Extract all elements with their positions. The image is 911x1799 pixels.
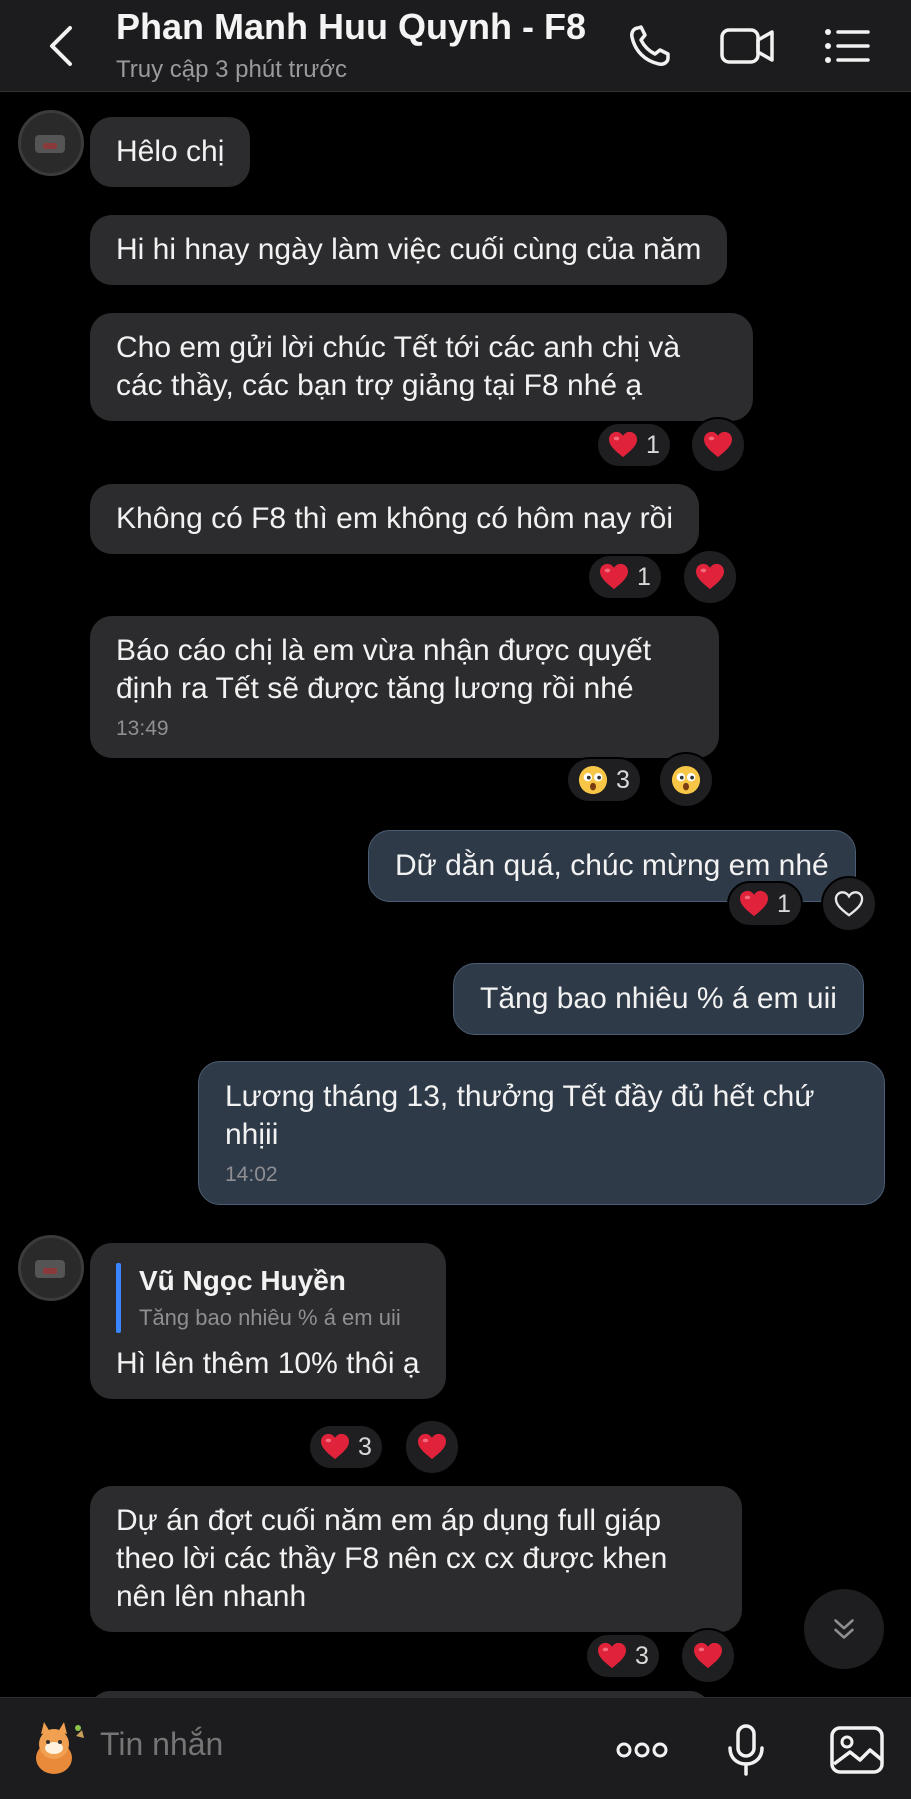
message-text: Hì lên thêm 10% thôi ạ [116,1347,420,1380]
message-text: Không có F8 thì em không có hôm nay rồi [116,502,673,535]
reaction-count: 1 [777,889,791,918]
react-button[interactable] [680,1628,736,1684]
message-text: Hi hi hnay ngày làm việc cuối cùng của n… [116,233,702,266]
message-composer [0,1697,911,1799]
list-menu-icon [825,29,870,63]
heart-icon [695,563,725,591]
voice-message-button[interactable] [716,1722,776,1778]
voice-call-button[interactable] [620,18,680,74]
react-button[interactable] [682,549,738,605]
react-button[interactable] [690,417,746,473]
double-chevron-down-icon [834,1619,854,1639]
message-list[interactable]: Hêlo chị Hi hi hnay ngày làm việc cuối c… [0,93,911,1697]
reaction-count: 3 [616,765,630,794]
reply-message-bubble[interactable]: Vũ Ngọc Huyền Tăng bao nhiêu % á em uii … [90,1243,446,1399]
quoted-text: Tăng bao nhiêu % á em uii [139,1305,401,1330]
microphone-icon [728,1724,764,1776]
heart-icon [417,1433,447,1461]
reaction-count: 1 [646,430,660,459]
message-bubble[interactable]: Tăng bao nhiêu % á em uii [453,963,864,1035]
back-button[interactable] [40,20,84,72]
message-text: Cho em gửi lời chúc Tết tới các anh chị … [116,331,681,402]
more-options-button[interactable] [612,1722,672,1778]
message-input[interactable] [100,1726,500,1763]
chat-menu-button[interactable] [818,18,878,74]
reaction-summary[interactable]: 3 [585,1633,661,1679]
quoted-sender-name: Vũ Ngọc Huyền [139,1265,346,1296]
quoted-message[interactable]: Vũ Ngọc Huyền Tăng bao nhiêu % á em uii [116,1263,420,1333]
video-camera-icon [720,28,774,64]
reaction-summary[interactable]: 1 [727,881,803,927]
message-time: 14:02 [225,1163,278,1186]
reaction-count: 3 [358,1432,372,1461]
message-bubble[interactable]: Báo cáo chị là em vừa nhận được quyết đị… [90,616,719,758]
message-bubble[interactable]: Không có F8 thì em không có hôm nay rồi [90,484,699,554]
message-text: Dữ dằn quá, chúc mừng em nhé [395,849,829,882]
sticker-button[interactable] [26,1718,88,1780]
contact-avatar[interactable] [18,110,84,176]
more-dots-icon [616,1742,668,1758]
heart-icon [703,431,733,459]
heart-icon [608,431,638,459]
react-button[interactable] [658,752,714,808]
last-seen-status: Truy cập 3 phút trước [116,56,347,83]
message-text: Báo cáo chị là em vừa nhận được quyết đị… [116,634,652,705]
heart-icon [320,1433,350,1461]
heart-outline-icon [834,890,864,918]
react-button[interactable] [821,876,877,932]
message-text: Dự án đợt cuối năm em áp dụng full giáp … [116,1504,668,1613]
message-text: Hêlo chị [116,135,225,168]
chat-header: Phan Manh Huu Quynh - F8 Truy cập 3 phút… [0,0,911,92]
message-text: Tăng bao nhiêu % á em uii [480,982,837,1015]
quote-bar [116,1263,121,1333]
scroll-to-bottom-button[interactable] [804,1589,884,1669]
message-bubble[interactable]: Dự án đợt cuối năm em áp dụng full giáp … [90,1486,742,1632]
chevron-left-icon [50,26,72,66]
cat-sticker-icon [36,1722,84,1774]
message-time: 13:49 [116,717,169,740]
reaction-summary[interactable]: 1 [587,554,663,600]
phone-icon [630,25,670,66]
reaction-count: 3 [635,1641,649,1670]
reaction-summary[interactable]: 3 [566,757,642,803]
heart-icon [693,1642,723,1670]
message-bubble[interactable]: Cho em gửi lời chúc Tết tới các anh chị … [90,313,753,421]
react-button[interactable] [404,1419,460,1475]
message-bubble[interactable]: Hi hi hnay ngày làm việc cuối cùng của n… [90,215,728,285]
image-picker-button[interactable] [828,1722,888,1778]
message-text: Lương tháng 13, thưởng Tết đầy đủ hết ch… [225,1080,815,1151]
surprised-face-icon [671,765,701,795]
heart-icon [599,563,629,591]
contact-avatar[interactable] [18,1235,84,1301]
image-icon [830,1726,884,1774]
contact-name[interactable]: Phan Manh Huu Quynh - F8 [116,6,586,48]
message-bubble[interactable]: Lương tháng 13, thưởng Tết đầy đủ hết ch… [198,1061,885,1205]
reaction-summary[interactable]: 3 [308,1424,384,1470]
reaction-summary[interactable]: 1 [596,422,672,468]
message-bubble[interactable]: Hêlo chị [90,117,251,187]
reaction-count: 1 [637,562,651,591]
surprised-face-icon [578,765,608,795]
heart-icon [597,1642,627,1670]
heart-icon [739,890,769,918]
video-call-button[interactable] [718,18,778,74]
